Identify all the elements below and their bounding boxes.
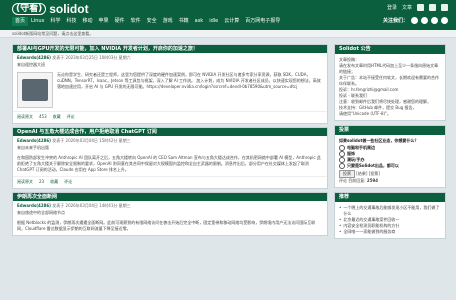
poll-body: 如果solidot做一些社区业态，你想要什么？ 电脑和手机周边 服饰 潮玩/手办… (335, 135, 445, 187)
sidebar: Solidot 公告 文章投稿： 请在发布文章时用HTML代码加上至少一条指向原… (334, 44, 446, 243)
article-author[interactable]: Edwards(4286) (17, 55, 51, 60)
poll-results-link[interactable]: [结果] (356, 171, 367, 176)
nav-item-linux[interactable]: Linux (28, 17, 47, 26)
nvidia-logo-image (22, 79, 48, 101)
announcement-box: Solidot 公告 文章投稿： 请在发布文章时用HTML代码加上至少一条指向原… (334, 44, 446, 121)
article-title[interactable]: 部署AI与GPU开发的无限可能，加入 NVIDIA 开发者计划，开启你的加速之旅… (13, 45, 327, 53)
news-title: 推荐 (335, 193, 445, 202)
article-text: 在和国防部发生冲突的 Anthropic AI 团队离开之后，五角大楼转向 Op… (17, 155, 321, 172)
twitter-icon[interactable] (431, 17, 438, 24)
news-list: • 一个晚上的交通事故后能够发现小区不能用，我们做了什么 • 北京最近的交通事故案件… (335, 202, 445, 238)
poll-question: 如果solidot做一些社区业态，你想要什么？ (339, 138, 419, 143)
announcement-title: Solidot 公告 (335, 45, 445, 54)
announcement-line: 请使用"Unicode (UTF-8)"。 (339, 111, 391, 116)
article-author[interactable]: Edwards(4286) (17, 138, 51, 143)
bullet-icon: • (339, 205, 342, 210)
vote-button[interactable]: 投票 (339, 170, 355, 178)
read-more-link[interactable]: 阅读原文 (17, 114, 33, 120)
nav-item-mobile[interactable]: 移动 (80, 17, 96, 26)
nav-item-ask[interactable]: ask (192, 17, 207, 26)
article-body: 在和国防部发生冲突的 Anthropic AI 团队离开之后，五角大楼转向 Op… (13, 152, 327, 176)
announcement-line: 请在发布文章时用HTML代码加上至少一条指向原始文章的链接； (339, 63, 439, 74)
follow-label: 关注我们： (382, 18, 408, 24)
announcement-line: 关于广告：本站不接受任何软文，长期欢迎有需要的合作伙伴联系。 (339, 75, 439, 86)
top-bar: (守看) solidot 登录 文章 首页 Linux 科学 科技 移动 苹果 … (0, 0, 456, 30)
article-list: 部署AI与GPU开发的无限可能，加入 NVIDIA 开发者计划，开启你的加速之旅… (12, 44, 328, 239)
rss-feed-icon[interactable] (441, 17, 448, 24)
favorite-link[interactable]: 收藏 (50, 179, 58, 185)
weibo-icon[interactable] (411, 17, 418, 24)
poll-title: 投票 (335, 126, 445, 135)
poll-comments-link[interactable]: 评论 (339, 178, 347, 183)
article-text: 根据 Netblocks 的监测，伊朗再次遭遇全面断网。此前可观察到的有限网络访… (17, 220, 316, 231)
article-actions: 阅读原文 453 收藏 评论 (13, 111, 327, 123)
comment-link[interactable]: 评论 (67, 114, 75, 120)
news-item[interactable]: • 全网唯一一家能做到的服务商 (339, 229, 441, 235)
article-meta: Edwards(4286) 发表于 2026年03月04日 14时41分 星期三 (13, 201, 327, 209)
views-count: 23 (39, 179, 45, 184)
article-source: 来自遥控器大班 (17, 62, 45, 67)
article-card: 伊朗再次全面断网 Edwards(4286) 发表于 2026年03月04日 1… (12, 192, 328, 236)
notice-bar[interactable]: solidot新版网站常见问题，请点击这里查看。 (0, 30, 456, 38)
nav-item-science[interactable]: 科学 (48, 17, 64, 26)
article-meta: Edwards(4286) 发表于 2026年03月04日 15时42分 星期三 (13, 136, 327, 144)
article-card: OpenAI 与五角大楼达成合作，用户拒绝取消 ChatGPT 订阅 Edwar… (12, 127, 328, 189)
article-body: 无论你是学生、研究者还是工程师，这里为您提供了深度的硬件加速案例，即可在 NVI… (13, 69, 327, 111)
nav-item-games[interactable]: 游戏 (160, 17, 176, 26)
wechat-icon[interactable] (421, 17, 428, 24)
article-source: 来自旅途中的全部网络节点 (17, 210, 65, 215)
favorite-link[interactable]: 收藏 (53, 114, 61, 120)
top-right-links: 登录 文章 (387, 4, 448, 11)
announcement-body: 文章投稿： 请在发布文章时用HTML代码加上至少一条指向原始文章的链接； 关于广… (335, 54, 445, 120)
article-date: 发表于 2026年03月04日 15时42分 星期三 (52, 138, 131, 143)
article-date: 发表于 2023年03月25日 10时03分 星期六 (52, 55, 131, 60)
news-item[interactable]: • 一个晚上的交通事故后能够发现小区不能用，我们做了什么 (339, 205, 441, 217)
bullet-icon: • (339, 229, 342, 234)
nav-item-security[interactable]: 安全 (144, 17, 160, 26)
article-actions: 阅读原文 23 收藏 评论 (13, 176, 327, 188)
nav-item-tech[interactable]: 科技 (64, 17, 80, 26)
nav-item-books[interactable]: 书籍 (176, 17, 192, 26)
follow-us: 关注我们： (383, 17, 448, 24)
poll-count-label: 目前回复: (348, 178, 366, 183)
nav-item-idle[interactable]: idle (206, 17, 221, 26)
news-item-text: 全网唯一一家能做到的服务商 (343, 229, 396, 234)
news-box: 推荐 • 一个晚上的交通事故后能够发现小区不能用，我们做了什么 • 北京最近的交通事… (334, 192, 446, 239)
article-date: 发表于 2026年03月04日 14时41分 星期三 (52, 203, 131, 208)
search-icon[interactable] (417, 4, 424, 11)
site-logo[interactable]: (守看) solidot (12, 2, 89, 16)
article-source: 来自未来手机出版 (17, 145, 49, 150)
article-body: 根据 Netblocks 的监测，伊朗再次遭遇全面断网。此前可观察到的有限网络访… (13, 217, 327, 235)
nav-item-home[interactable]: 首页 (12, 17, 29, 26)
rss-icon[interactable] (429, 4, 436, 11)
comment-link[interactable]: 评论 (64, 179, 72, 185)
article-meta: Edwards(4286) 发表于 2023年03月25日 10时03分 星期六 (13, 53, 327, 61)
views-count: 453 (39, 114, 47, 119)
nav-item-hardware[interactable]: 硬件 (112, 17, 128, 26)
poll-stats: 评论 目前回复: 2594 (339, 178, 441, 184)
article-title[interactable]: OpenAI 与五角大楼达成合作，用户拒绝取消 ChatGPT 订阅 (13, 128, 327, 136)
main-nav: 首页 Linux 科学 科技 移动 苹果 硬件 软件 安全 游戏 书籍 ask … (12, 17, 283, 26)
nav-item-newsletter[interactable]: 百万网电子报导 (242, 17, 283, 26)
nav-item-apple[interactable]: 苹果 (96, 17, 112, 26)
nav-item-software[interactable]: 软件 (128, 17, 144, 26)
article-author[interactable]: Edwards(4286) (17, 203, 51, 208)
article-thumbnail (17, 72, 53, 108)
login-link[interactable]: 登录 (387, 4, 397, 11)
articles-link[interactable]: 文章 (402, 4, 412, 11)
article-card: 部署AI与GPU开发的无限可能，加入 NVIDIA 开发者计划，开启你的加速之旅… (12, 44, 328, 124)
logo-mark: (守看) (12, 3, 47, 15)
logo-text: solidot (49, 2, 89, 16)
poll-history-link[interactable]: [投票] (369, 171, 380, 176)
nav-item-cloud[interactable]: 云计算 (221, 17, 242, 26)
news-item-text: 一个晚上的交通事故后能够发现小区不能用，我们做了什么 (343, 205, 440, 216)
article-title[interactable]: 伊朗再次全面断网 (13, 193, 327, 201)
poll-box: 投票 如果solidot做一些社区业态，你想要什么？ 电脑和手机周边 服饰 潮玩… (334, 125, 446, 188)
menu-icon[interactable] (441, 4, 448, 11)
article-text: 无论你是学生、研究者还是工程师，这里为您提供了深度的硬件加速案例，即可在 NVI… (57, 72, 321, 89)
read-more-link[interactable]: 阅读原文 (17, 179, 33, 185)
poll-count: 2594 (366, 178, 379, 183)
